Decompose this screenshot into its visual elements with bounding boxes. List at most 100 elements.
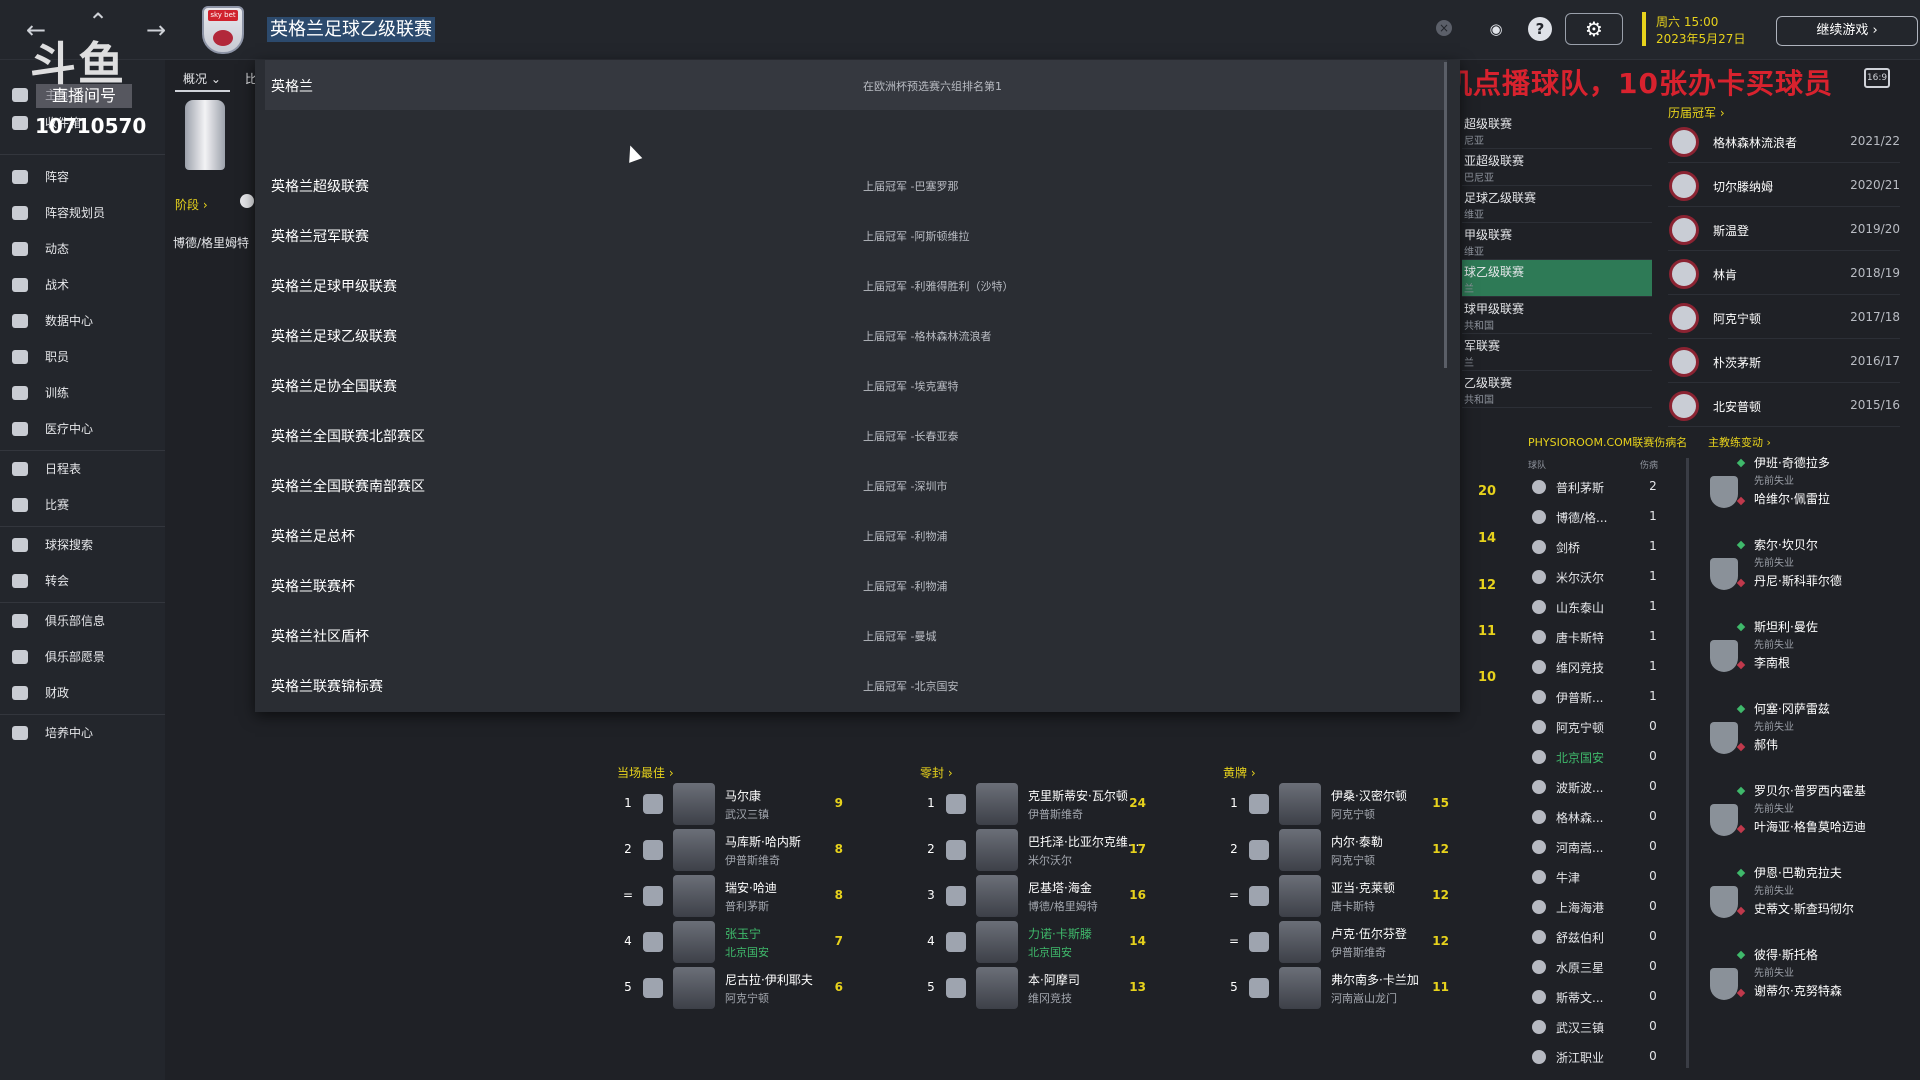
stats-row[interactable]: 5 尼古拉·伊利耶夫 阿克宁顿 6 bbox=[621, 965, 843, 1011]
physio-row[interactable]: 山东泰山 1 bbox=[1528, 592, 1688, 622]
stage-button[interactable]: 阶段 › bbox=[175, 196, 208, 213]
search-result-row[interactable]: 英格兰联赛杯 上届冠军 -利物浦 bbox=[265, 560, 1447, 610]
coach-change[interactable]: 索尔·坎贝尔 先前失业 丹尼·斯科菲尔德 bbox=[1708, 530, 1908, 612]
search-result-row[interactable]: 英格兰足球甲级联赛 上届冠军 -利雅得胜利（沙特） bbox=[265, 260, 1447, 310]
stats-row[interactable]: = 瑞安·哈迪 普利茅斯 8 bbox=[621, 873, 843, 919]
league-item[interactable]: 亚超级联赛 巴尼亚 bbox=[1462, 149, 1652, 186]
search-result-row[interactable]: 英格兰足总杯 上届冠军 -利物浦 bbox=[265, 510, 1447, 560]
sidebar-item-medical[interactable]: 医疗中心 bbox=[0, 414, 165, 444]
search-result-row[interactable] bbox=[265, 110, 1447, 160]
champion-row[interactable]: 林肯 2018/19 bbox=[1668, 253, 1900, 295]
physio-col-injury[interactable]: 伤病 bbox=[1640, 458, 1658, 471]
coach-change[interactable]: 伊恩·巴勒克拉夫 先前失业 史蒂文·斯查玛彻尔 bbox=[1708, 858, 1908, 940]
champion-row[interactable]: 斯温登 2019/20 bbox=[1668, 209, 1900, 251]
physio-row[interactable]: 阿克宁顿 0 bbox=[1528, 712, 1688, 742]
dropdown-scrollbar[interactable] bbox=[1444, 62, 1447, 368]
coach-change[interactable]: 何塞·冈萨雷兹 先前失业 郝伟 bbox=[1708, 694, 1908, 776]
tab-overview[interactable]: 概况 ⌄ bbox=[183, 70, 221, 87]
physio-row[interactable]: 浙江职业 0 bbox=[1528, 1042, 1688, 1072]
sidebar-item-dynamics[interactable]: 动态 bbox=[0, 234, 165, 264]
coach-change[interactable]: 罗贝尔·普罗西内霍基 先前失业 叶海亚·格鲁莫哈迈迪 bbox=[1708, 776, 1908, 858]
stats-row[interactable]: = 亚当·克莱顿 唐卡斯特 12 bbox=[1227, 873, 1449, 919]
physio-row[interactable]: 牛津 0 bbox=[1528, 862, 1688, 892]
stats-title[interactable]: 零封 › bbox=[920, 764, 953, 781]
physio-row[interactable]: 舒兹伯利 0 bbox=[1528, 922, 1688, 952]
search-result-row[interactable]: 英格兰冠军联赛 上届冠军 -阿斯顿维拉 bbox=[265, 210, 1447, 260]
coach-change[interactable]: 伊班·奇德拉多 先前失业 哈维尔·佩雷拉 bbox=[1708, 448, 1908, 530]
sidebar-item-finances[interactable]: 财政 bbox=[0, 678, 165, 708]
search-result-row[interactable]: 英格兰超级联赛 上届冠军 -巴塞罗那 bbox=[265, 160, 1447, 210]
sidebar-item-scouting[interactable]: 球探搜索 bbox=[0, 530, 165, 560]
physio-title[interactable]: PHYSIOROOM.COM联赛伤病名 bbox=[1528, 434, 1687, 450]
physio-row[interactable]: 斯蒂文... 0 bbox=[1528, 982, 1688, 1012]
search-result-row[interactable]: 英格兰社区盾杯 上届冠军 -曼城 bbox=[265, 610, 1447, 660]
sidebar-item-training[interactable]: 训练 bbox=[0, 378, 165, 408]
history-title[interactable]: 历届冠军 › bbox=[1668, 104, 1725, 121]
stats-row[interactable]: 5 弗尔南多·卡兰加 河南嵩山龙门 11 bbox=[1227, 965, 1449, 1011]
stats-row[interactable]: 2 巴托泽·比亚尔克维... 米尔沃尔 17 bbox=[924, 827, 1146, 873]
continue-button[interactable]: 继续游戏 › bbox=[1776, 16, 1918, 46]
sidebar-item-schedule[interactable]: 日程表 bbox=[0, 454, 165, 484]
physio-row[interactable]: 普利茅斯 2 bbox=[1528, 472, 1688, 502]
stats-title[interactable]: 黄牌 › bbox=[1223, 764, 1256, 781]
league-item[interactable]: 超级联赛 尼亚 bbox=[1462, 112, 1652, 149]
physio-row[interactable]: 水原三星 0 bbox=[1528, 952, 1688, 982]
league-item[interactable]: 足球乙级联赛 维亚 bbox=[1462, 186, 1652, 223]
champion-row[interactable]: 阿克宁顿 2017/18 bbox=[1668, 297, 1900, 339]
forward-icon[interactable]: → bbox=[146, 18, 166, 42]
physio-row[interactable]: 米尔沃尔 1 bbox=[1528, 562, 1688, 592]
gear-icon[interactable]: ⚙ bbox=[1565, 13, 1623, 45]
coach-change[interactable]: 彼得·斯托格 先前失业 谢蒂尔·克努特森 bbox=[1708, 940, 1908, 1022]
champion-row[interactable]: 切尔滕纳姆 2020/21 bbox=[1668, 165, 1900, 207]
search-result-row[interactable]: 英格兰足球乙级联赛 上届冠军 -格林森林流浪者 bbox=[265, 310, 1447, 360]
coach-change[interactable]: 斯坦利·曼佐 先前失业 李南根 bbox=[1708, 612, 1908, 694]
champion-row[interactable]: 格林森林流浪者 2021/22 bbox=[1668, 121, 1900, 163]
search-input[interactable] bbox=[262, 14, 1452, 46]
physio-row[interactable]: 博德/格... 1 bbox=[1528, 502, 1688, 532]
sidebar-item-staff[interactable]: 职员 bbox=[0, 342, 165, 372]
league-item[interactable]: 乙级联赛 共和国 bbox=[1462, 371, 1652, 408]
stats-row[interactable]: 1 伊桑·汉密尔顿 阿克宁顿 15 bbox=[1227, 781, 1449, 827]
physio-row[interactable]: 剑桥 1 bbox=[1528, 532, 1688, 562]
sidebar-item-squad-planner[interactable]: 阵容规划员 bbox=[0, 198, 165, 228]
league-item[interactable]: 球乙级联赛兰 bbox=[1462, 260, 1652, 297]
search-result-row[interactable]: 英格兰 在欧洲杯预选赛六组排名第1 bbox=[265, 60, 1447, 110]
physio-row[interactable]: 武汉三镇 0 bbox=[1528, 1012, 1688, 1042]
search-result-row[interactable]: 英格兰足协全国联赛 上届冠军 -埃克塞特 bbox=[265, 360, 1447, 410]
sidebar-item-club-info[interactable]: 俱乐部信息 bbox=[0, 606, 165, 636]
stats-row[interactable]: 2 马库斯·哈内斯 伊普斯维奇 8 bbox=[621, 827, 843, 873]
sidebar-item-development[interactable]: 培养中心 bbox=[0, 718, 165, 748]
league-item[interactable]: 军联赛兰 bbox=[1462, 334, 1652, 371]
physio-row[interactable]: 上海海港 0 bbox=[1528, 892, 1688, 922]
sidebar-item-transfers[interactable]: 转会 bbox=[0, 566, 165, 596]
eye-icon[interactable] bbox=[240, 194, 254, 208]
search-result-row[interactable]: 英格兰全国联赛南部赛区 上届冠军 -深圳市 bbox=[265, 460, 1447, 510]
champion-row[interactable]: 北安普顿 2015/16 bbox=[1668, 385, 1900, 427]
league-item[interactable]: 球甲级联赛 共和国 bbox=[1462, 297, 1652, 334]
sidebar-item-tactics[interactable]: 战术 bbox=[0, 270, 165, 300]
sidebar-item-squad[interactable]: 阵容 bbox=[0, 162, 165, 192]
stats-row[interactable]: 2 内尔·泰勒 阿克宁顿 12 bbox=[1227, 827, 1449, 873]
help-icon[interactable]: ? bbox=[1528, 17, 1552, 41]
physio-row[interactable]: 波斯波... 0 bbox=[1528, 772, 1688, 802]
sidebar-item-club-vision[interactable]: 俱乐部愿景 bbox=[0, 642, 165, 672]
stats-row[interactable]: = 卢克·伍尔芬登 伊普斯维奇 12 bbox=[1227, 919, 1449, 965]
stats-row[interactable]: 1 克里斯蒂安·瓦尔顿 伊普斯维奇 24 bbox=[924, 781, 1146, 827]
search-result-row[interactable]: 英格兰联赛锦标赛 上届冠军 -北京国安 bbox=[265, 660, 1447, 710]
physio-col-team[interactable]: 球队 bbox=[1528, 458, 1546, 471]
physio-row[interactable]: 格林森... 0 bbox=[1528, 802, 1688, 832]
physio-row[interactable]: 唐卡斯特 1 bbox=[1528, 622, 1688, 652]
stats-title[interactable]: 当场最佳 › bbox=[617, 764, 674, 781]
physio-row[interactable]: 河南嵩... 0 bbox=[1528, 832, 1688, 862]
champion-row[interactable]: 朴茨茅斯 2016/17 bbox=[1668, 341, 1900, 383]
sidebar-item-competitions[interactable]: 比赛 bbox=[0, 490, 165, 520]
ball-icon[interactable]: ◉ bbox=[1484, 17, 1508, 41]
stats-row[interactable]: 4 力诺·卡斯滕 北京国安 14 bbox=[924, 919, 1146, 965]
search-result-row[interactable]: 英格兰全国联赛北部赛区 上届冠军 -长春亚泰 bbox=[265, 410, 1447, 460]
stats-row[interactable]: 5 本·阿摩司 维冈竞技 13 bbox=[924, 965, 1146, 1011]
clear-icon[interactable]: × bbox=[1436, 20, 1452, 36]
physio-scrollbar[interactable] bbox=[1686, 458, 1689, 1068]
sidebar-item-data-hub[interactable]: 数据中心 bbox=[0, 306, 165, 336]
stats-row[interactable]: 4 张玉宁 北京国安 7 bbox=[621, 919, 843, 965]
stats-row[interactable]: 1 马尔康 武汉三镇 9 bbox=[621, 781, 843, 827]
